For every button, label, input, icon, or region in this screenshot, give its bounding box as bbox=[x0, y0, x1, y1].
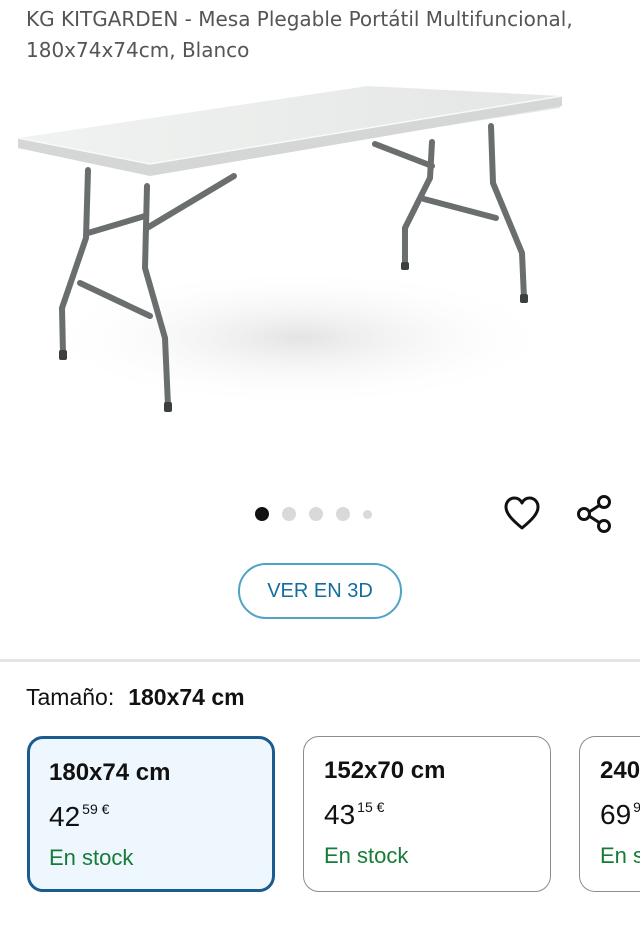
price-fraction: 9 bbox=[633, 799, 640, 815]
image-pagination[interactable] bbox=[255, 506, 372, 522]
price-whole: 43 bbox=[324, 799, 356, 830]
price-whole: 69 bbox=[600, 799, 632, 830]
size-option-240x[interactable]: 240x 699 En s bbox=[579, 736, 640, 892]
size-option-name: 180x74 cm bbox=[49, 759, 171, 786]
wishlist-button[interactable] bbox=[500, 490, 544, 538]
size-option-price: 699 bbox=[600, 800, 640, 829]
section-divider bbox=[0, 659, 640, 662]
heart-icon bbox=[504, 496, 540, 530]
pagination-dot[interactable] bbox=[282, 507, 296, 521]
size-option-name: 240x bbox=[600, 757, 640, 784]
pagination-dot[interactable] bbox=[309, 507, 323, 521]
pagination-dot[interactable] bbox=[255, 507, 269, 521]
product-title: KG KITGARDEN - Mesa Plegable Portátil Mu… bbox=[26, 7, 573, 62]
stock-status: En s bbox=[600, 843, 640, 868]
pagination-dot[interactable] bbox=[363, 509, 372, 519]
size-option-price: 43 15 € bbox=[324, 800, 384, 829]
pagination-dot[interactable] bbox=[336, 507, 350, 521]
product-image[interactable] bbox=[0, 68, 640, 468]
size-option-price: 42 59 € bbox=[49, 802, 109, 831]
stock-status: En stock bbox=[324, 843, 409, 868]
size-option-180x74[interactable]: 180x74 cm 42 59 € En stock bbox=[27, 736, 275, 892]
price-fraction: 59 € bbox=[82, 801, 110, 817]
share-button[interactable] bbox=[572, 490, 616, 538]
size-label-text: Tamaño: bbox=[26, 684, 115, 710]
view-3d-button[interactable]: VER EN 3D bbox=[238, 563, 402, 619]
size-option-name: 152x70 cm bbox=[324, 757, 446, 784]
stock-status: En stock bbox=[49, 845, 134, 870]
price-whole: 42 bbox=[49, 801, 81, 832]
share-icon bbox=[577, 495, 611, 533]
price-fraction: 15 € bbox=[357, 799, 385, 815]
size-option-152x70[interactable]: 152x70 cm 43 15 € En stock bbox=[303, 736, 551, 892]
size-selector-label: Tamaño: 180x74 cm bbox=[26, 684, 245, 711]
selected-size-value: 180x74 cm bbox=[128, 684, 245, 710]
